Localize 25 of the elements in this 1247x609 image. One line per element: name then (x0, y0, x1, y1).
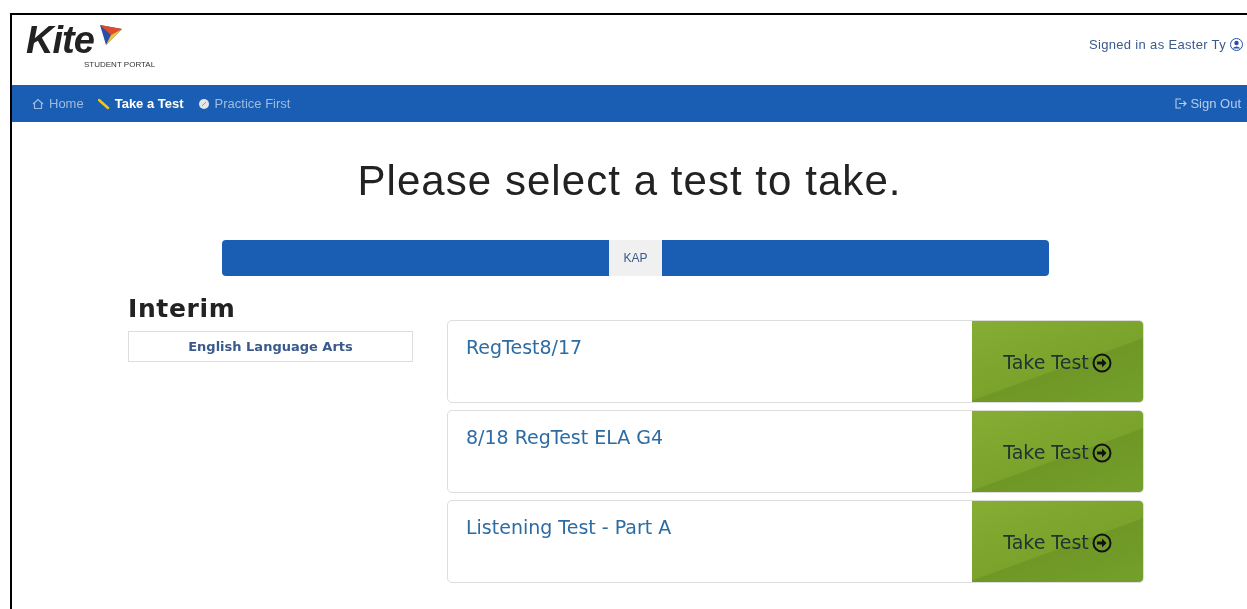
take-test-button[interactable]: Take Test (972, 321, 1143, 402)
sign-out-link[interactable]: Sign Out (1175, 93, 1241, 114)
nav-link[interactable]: Take a Test (97, 93, 184, 114)
take-test-button[interactable]: Take Test (972, 501, 1143, 582)
arrow-circle-icon (1091, 352, 1112, 373)
arrow-circle-icon (1091, 442, 1112, 463)
kite-icon (98, 23, 124, 47)
logo[interactable]: Kite STUDENT PORTAL (26, 21, 186, 81)
subject-item[interactable]: English Language Arts (128, 331, 413, 362)
section-title: Interim (128, 296, 237, 321)
user-icon[interactable] (1230, 38, 1243, 52)
page-heading: Please select a test to take. (356, 160, 903, 202)
arrow-circle-icon (1091, 532, 1112, 553)
home-icon (32, 97, 44, 110)
test-name: 8/18 RegTest ELA G4 (465, 425, 665, 450)
compass-icon (197, 97, 210, 110)
test-name: Listening Test - Part A (465, 515, 673, 540)
signed-in-text: Signed in as Easter Ty (1089, 36, 1226, 54)
sign-out-icon (1175, 98, 1188, 109)
pencil-icon (97, 97, 110, 110)
nav-link[interactable]: Practice First (197, 93, 291, 114)
nav-link[interactable]: Home (32, 93, 84, 114)
tab[interactable]: KAP (609, 240, 662, 276)
take-test-button[interactable]: Take Test (972, 411, 1143, 492)
test-name: RegTest8/17 (465, 335, 584, 360)
